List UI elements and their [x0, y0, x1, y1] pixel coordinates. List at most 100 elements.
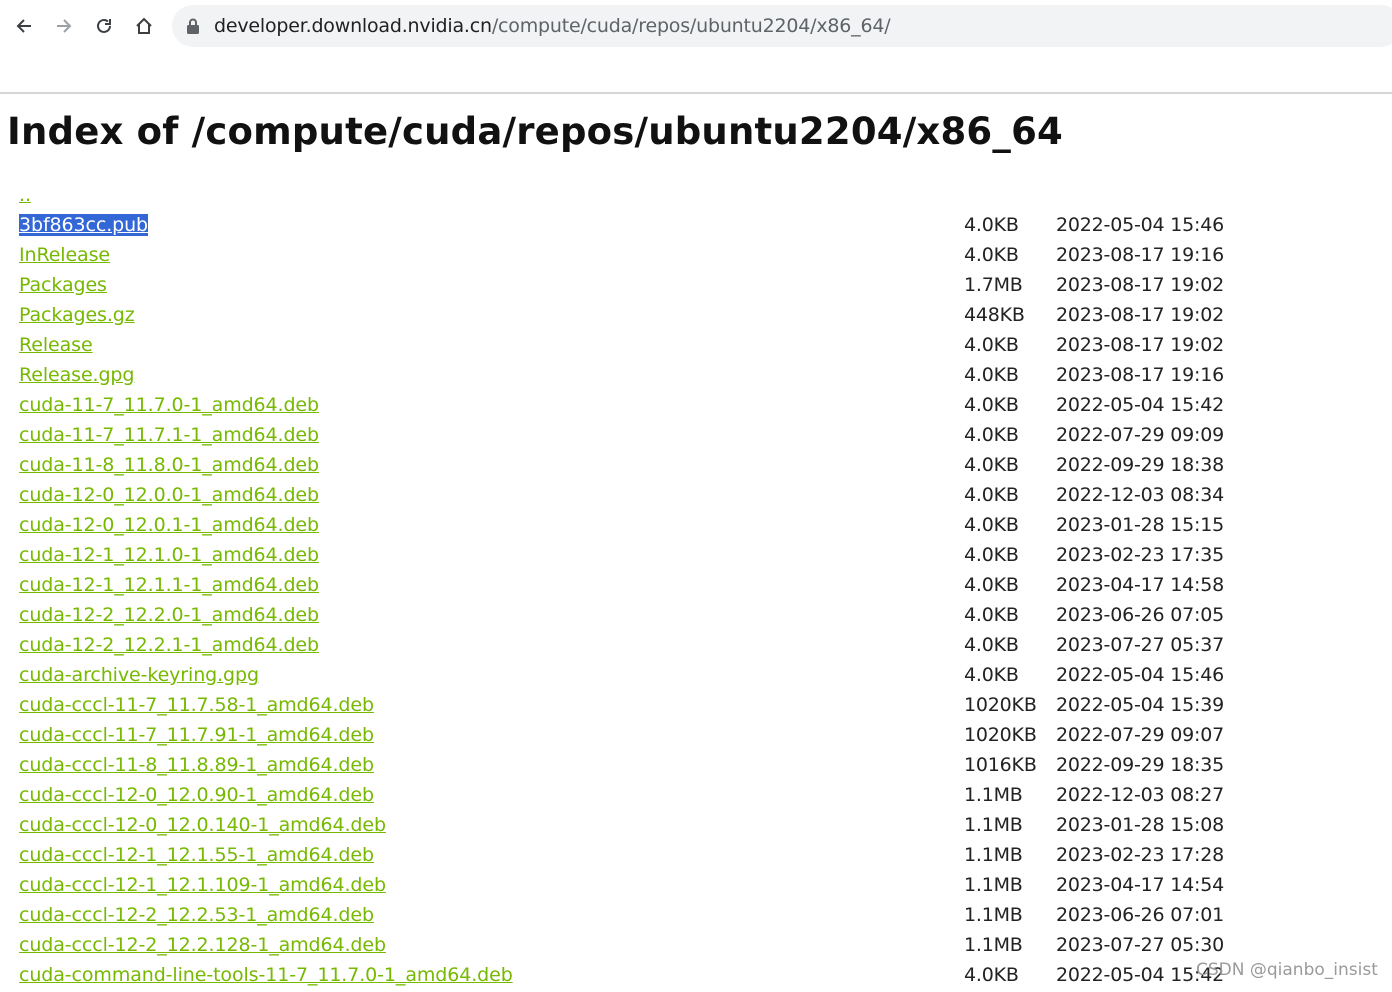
file-listing: .. 3bf863cc.pub 4.0KB 2022-05-04 15:46 InRel…: [0, 182, 1392, 992]
watermark: CSDN @qianbo_insist: [1196, 960, 1378, 980]
file-link[interactable]: cuda-11-7_11.7.0-1_amd64.deb: [19, 394, 319, 416]
file-link[interactable]: cuda-cccl-12-2_12.2.53-1_amd64.deb: [19, 904, 374, 926]
file-row: cuda-12-1_12.1.0-1_amd64.deb 4.0KB 2023-02…: [0, 542, 1392, 572]
file-date: 2023-07-27 05:30: [1056, 934, 1225, 956]
file-row: cuda-12-1_12.1.1-1_amd64.deb 4.0KB 2023-04…: [0, 572, 1392, 602]
file-row: cuda-cccl-11-8_11.8.89-1_amd64.deb 1016KB…: [0, 752, 1392, 782]
browser-toolbar: developer.download.nvidia.cn/compute/cud…: [0, 0, 1392, 52]
home-icon: [136, 17, 152, 34]
address-url: developer.download.nvidia.cn/compute/cud…: [214, 15, 891, 37]
file-date: 2023-04-17 14:58: [1056, 574, 1225, 596]
file-link[interactable]: cuda-command-line-tools-11-7_11.7.0-1_am…: [19, 964, 513, 986]
file-row: Release 4.0KB 2023-08-17 19:02: [0, 332, 1392, 362]
file-size: 4.0KB: [964, 364, 1019, 386]
file-link[interactable]: cuda-archive-keyring.gpg: [19, 664, 259, 686]
file-link[interactable]: Packages: [19, 274, 107, 296]
file-size: 1.1MB: [964, 904, 1023, 926]
file-link[interactable]: cuda-cccl-11-8_11.8.89-1_amd64.deb: [19, 754, 374, 776]
file-link[interactable]: cuda-12-2_12.2.0-1_amd64.deb: [19, 604, 319, 626]
file-row: cuda-12-2_12.2.0-1_amd64.deb 4.0KB 2023-06…: [0, 602, 1392, 632]
file-size: 1020KB: [964, 724, 1037, 746]
file-row: cuda-12-0_12.0.1-1_amd64.deb 4.0KB 2023-01…: [0, 512, 1392, 542]
file-row: Packages.gz 448KB 2023-08-17 19:02: [0, 302, 1392, 332]
file-link[interactable]: cuda-cccl-12-0_12.0.90-1_amd64.deb: [19, 784, 374, 806]
file-size: 4.0KB: [964, 964, 1019, 986]
file-size: 4.0KB: [964, 574, 1019, 596]
file-row: 3bf863cc.pub 4.0KB 2022-05-04 15:46: [0, 212, 1392, 242]
file-size: 4.0KB: [964, 214, 1019, 236]
page-title: Index of /compute/cuda/repos/ubuntu2204/…: [7, 110, 1063, 153]
file-size: 1020KB: [964, 694, 1037, 716]
file-link[interactable]: cuda-12-2_12.2.1-1_amd64.deb: [19, 634, 319, 656]
file-row: cuda-cccl-12-2_12.2.53-1_amd64.deb 1.1MB 2…: [0, 902, 1392, 932]
file-date: 2022-05-04 15:46: [1056, 214, 1225, 236]
file-size: 1.1MB: [964, 814, 1023, 836]
file-row: cuda-cccl-12-1_12.1.109-1_amd64.deb 1.1MB…: [0, 872, 1392, 902]
file-size: 4.0KB: [964, 634, 1019, 656]
file-date: 2023-08-17 19:02: [1056, 274, 1225, 296]
file-row: cuda-command-line-tools-11-7_11.7.0-1_am…: [0, 962, 1392, 992]
file-date: 2023-02-23 17:28: [1056, 844, 1225, 866]
file-link[interactable]: Packages.gz: [19, 304, 135, 326]
file-link[interactable]: cuda-cccl-12-2_12.2.128-1_amd64.deb: [19, 934, 386, 956]
file-link[interactable]: cuda-cccl-12-1_12.1.109-1_amd64.deb: [19, 874, 386, 896]
file-size: 4.0KB: [964, 394, 1019, 416]
home-button[interactable]: [128, 10, 160, 42]
file-link[interactable]: cuda-cccl-11-7_11.7.91-1_amd64.deb: [19, 724, 374, 746]
file-size: 4.0KB: [964, 334, 1019, 356]
file-date: 2022-09-29 18:35: [1056, 754, 1225, 776]
file-date: 2023-07-27 05:37: [1056, 634, 1225, 656]
file-date: 2022-07-29 09:09: [1056, 424, 1225, 446]
file-link[interactable]: cuda-12-0_12.0.1-1_amd64.deb: [19, 514, 319, 536]
file-link[interactable]: cuda-11-8_11.8.0-1_amd64.deb: [19, 454, 319, 476]
arrow-left-icon: [16, 19, 31, 33]
file-size: 4.0KB: [964, 244, 1019, 266]
file-link[interactable]: cuda-cccl-12-1_12.1.55-1_amd64.deb: [19, 844, 374, 866]
file-size: 4.0KB: [964, 544, 1019, 566]
file-date: 2023-08-17 19:16: [1056, 364, 1225, 386]
file-row: cuda-11-8_11.8.0-1_amd64.deb 4.0KB 2022-09…: [0, 452, 1392, 482]
arrow-right-icon: [57, 19, 72, 33]
file-row: Release.gpg 4.0KB 2023-08-17 19:16: [0, 362, 1392, 392]
file-row: cuda-12-2_12.2.1-1_amd64.deb 4.0KB 2023-07…: [0, 632, 1392, 662]
lock-icon: [187, 18, 199, 34]
reload-button[interactable]: [88, 10, 120, 42]
file-size: 448KB: [964, 304, 1025, 326]
url-path: /compute/cuda/repos/ubuntu2204/x86_64/: [491, 15, 891, 37]
file-date: 2023-08-17 19:02: [1056, 334, 1225, 356]
reload-icon: [97, 18, 111, 33]
file-size: 4.0KB: [964, 454, 1019, 476]
file-row: ..: [0, 182, 1392, 212]
file-date: 2022-12-03 08:27: [1056, 784, 1225, 806]
file-row: cuda-cccl-12-2_12.2.128-1_amd64.deb 1.1MB…: [0, 932, 1392, 962]
file-size: 4.0KB: [964, 424, 1019, 446]
file-link[interactable]: cuda-11-7_11.7.1-1_amd64.deb: [19, 424, 319, 446]
file-date: 2022-05-04 15:42: [1056, 394, 1225, 416]
file-link[interactable]: Release.gpg: [19, 364, 134, 386]
file-size: 1.7MB: [964, 274, 1023, 296]
file-row: Packages 1.7MB 2023-08-17 19:02: [0, 272, 1392, 302]
file-link[interactable]: cuda-12-0_12.0.0-1_amd64.deb: [19, 484, 319, 506]
file-date: 2023-01-28 15:15: [1056, 514, 1225, 536]
file-row: cuda-11-7_11.7.0-1_amd64.deb 4.0KB 2022-05…: [0, 392, 1392, 422]
forward-button[interactable]: [48, 10, 80, 42]
file-link[interactable]: Release: [19, 334, 93, 356]
file-row: cuda-cccl-11-7_11.7.58-1_amd64.deb 1020KB…: [0, 692, 1392, 722]
address-bar[interactable]: developer.download.nvidia.cn/compute/cud…: [172, 5, 1392, 47]
parent-directory-link[interactable]: ..: [19, 184, 31, 206]
file-date: 2022-07-29 09:07: [1056, 724, 1225, 746]
file-date: 2022-09-29 18:38: [1056, 454, 1225, 476]
file-date: 2022-12-03 08:34: [1056, 484, 1225, 506]
file-size: 1.1MB: [964, 874, 1023, 896]
file-row: cuda-cccl-12-0_12.0.140-1_amd64.deb 1.1MB…: [0, 812, 1392, 842]
file-row: cuda-cccl-12-0_12.0.90-1_amd64.deb 1.1MB 2…: [0, 782, 1392, 812]
file-link[interactable]: cuda-cccl-12-0_12.0.140-1_amd64.deb: [19, 814, 386, 836]
file-size: 1.1MB: [964, 934, 1023, 956]
file-row: cuda-archive-keyring.gpg 4.0KB 2022-05-04 …: [0, 662, 1392, 692]
file-link[interactable]: cuda-cccl-11-7_11.7.58-1_amd64.deb: [19, 694, 374, 716]
file-link[interactable]: cuda-12-1_12.1.1-1_amd64.deb: [19, 574, 319, 596]
file-link[interactable]: 3bf863cc.pub: [19, 214, 148, 236]
file-link[interactable]: InRelease: [19, 244, 110, 266]
file-link[interactable]: cuda-12-1_12.1.0-1_amd64.deb: [19, 544, 319, 566]
back-button[interactable]: [8, 10, 40, 42]
